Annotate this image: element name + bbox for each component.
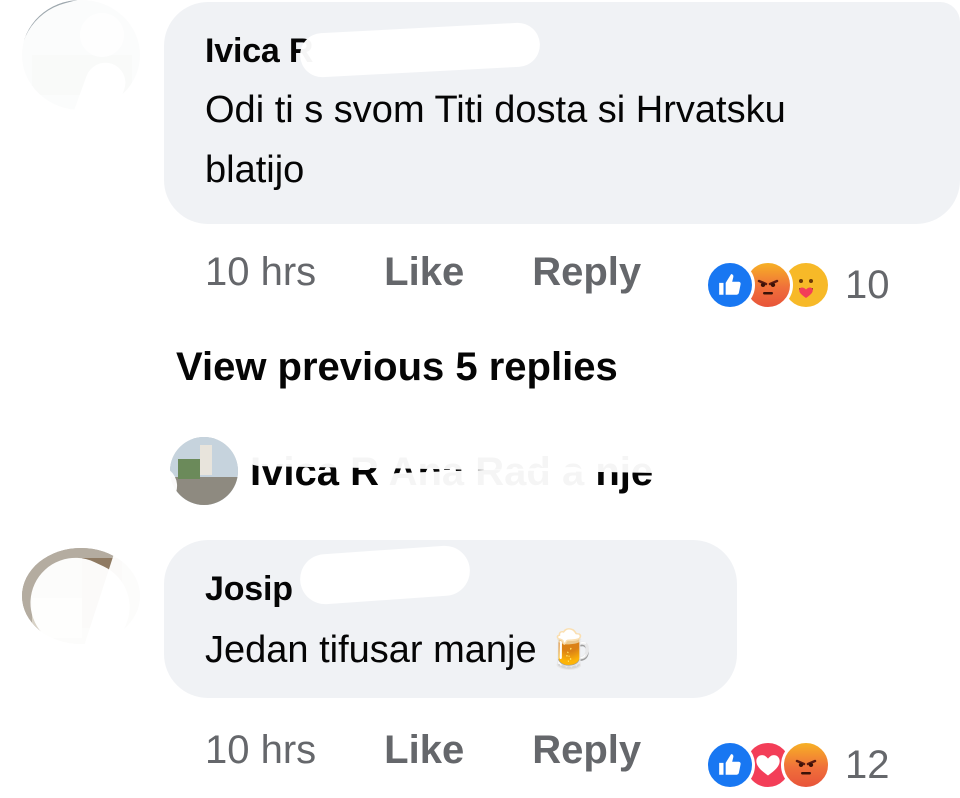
like-button[interactable]: Like bbox=[384, 728, 464, 773]
comment-timestamp[interactable]: 10 hrs bbox=[205, 728, 316, 773]
reply-button[interactable]: Reply bbox=[532, 728, 641, 773]
reaction-count: 10 bbox=[845, 262, 890, 307]
angry-icon bbox=[781, 740, 831, 790]
comment-text: Jedan tifusar manje 🍺 bbox=[205, 629, 595, 671]
like-icon bbox=[705, 740, 755, 790]
avatar-photo bbox=[170, 437, 238, 505]
avatar[interactable] bbox=[170, 437, 238, 505]
comment-text: Odi ti s svom Titi dosta si Hrvatsku bla… bbox=[205, 89, 786, 191]
comment-author[interactable]: Josip bbox=[205, 570, 293, 609]
view-previous-replies-link[interactable]: View previous 5 replies bbox=[176, 345, 618, 390]
comment-timestamp[interactable]: 10 hrs bbox=[205, 250, 316, 295]
reaction-count: 12 bbox=[845, 742, 890, 787]
reply-button[interactable]: Reply bbox=[532, 250, 641, 295]
comment-thread: Ivica R Odi ti s svom Titi dosta si Hrva… bbox=[0, 0, 960, 798]
like-button[interactable]: Like bbox=[384, 250, 464, 295]
comment-author[interactable]: Ivica R bbox=[205, 32, 313, 71]
reaction-summary[interactable]: 12 bbox=[705, 740, 890, 790]
comment-actions: 10 hrs Like Reply bbox=[205, 250, 641, 295]
reaction-summary[interactable]: 10 bbox=[705, 260, 890, 310]
redaction-scribble bbox=[379, 466, 591, 508]
comment-actions: 10 hrs Like Reply bbox=[205, 728, 641, 773]
redaction-scribble bbox=[730, 468, 850, 498]
like-icon bbox=[705, 260, 755, 310]
